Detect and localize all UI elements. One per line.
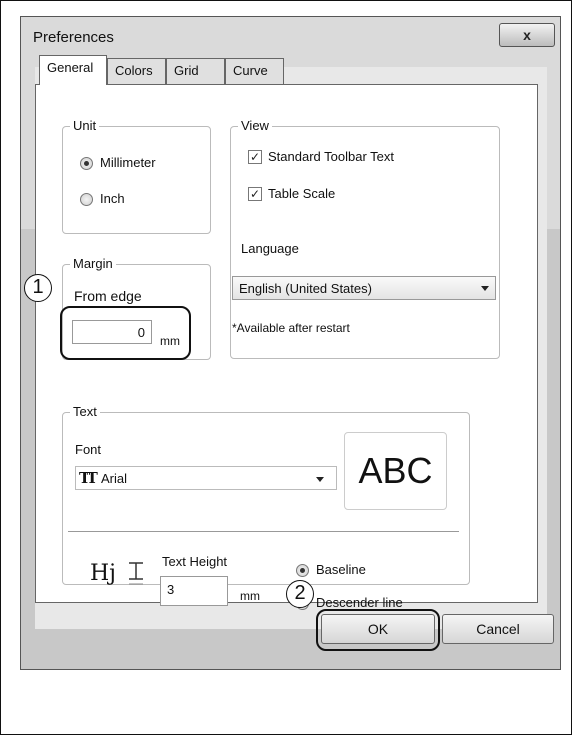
callout-1-highlight (60, 306, 191, 360)
cancel-button[interactable]: Cancel (442, 614, 554, 644)
descender-line-label: Descender line (316, 595, 403, 610)
tab-curve-label: Curve (233, 63, 268, 78)
millimeter-label: Millimeter (100, 155, 156, 170)
close-button[interactable]: x (499, 23, 555, 47)
cancel-button-label: Cancel (476, 621, 520, 637)
font-preview-text: ABC (358, 450, 433, 491)
from-edge-label: From edge (74, 288, 142, 304)
language-label: Language (241, 241, 299, 256)
table-scale-checkbox[interactable]: ✓ (248, 187, 262, 201)
baseline-label: Baseline (316, 562, 366, 577)
tab-colors-label: Colors (115, 63, 153, 78)
tab-curve[interactable]: Curve (225, 58, 284, 84)
font-label: Font (75, 442, 102, 457)
margin-group-label: Margin (70, 256, 116, 271)
standard-toolbar-text-checkbox[interactable]: ✓ (248, 150, 262, 164)
tab-grid-label: Grid (174, 63, 199, 78)
inch-radio[interactable] (80, 193, 93, 206)
tab-general-label: General (47, 60, 94, 75)
chevron-down-icon (316, 477, 324, 482)
chevron-down-icon (481, 286, 489, 291)
font-preview-box: ABC (344, 432, 447, 510)
text-height-icon: Hj (90, 558, 148, 592)
tab-colors[interactable]: Colors (107, 58, 166, 84)
text-group-label: Text (70, 404, 100, 419)
table-scale-label: Table Scale (268, 186, 336, 201)
truetype-font-icon: TT (79, 469, 98, 487)
millimeter-radio[interactable] (80, 157, 93, 170)
tab-general[interactable]: General (39, 55, 107, 85)
font-select-value: Arial (101, 471, 128, 486)
text-height-value: 3 (167, 582, 175, 597)
text-height-label: Text Height (162, 554, 228, 569)
text-height-input[interactable]: 3 (160, 576, 228, 606)
font-select[interactable]: TT Arial (75, 466, 337, 490)
callout-2: 2 (286, 580, 314, 608)
window-title: Preferences (33, 29, 114, 46)
tab-grid[interactable]: Grid (166, 58, 225, 84)
language-select-value: English (United States) (239, 281, 372, 296)
unit-group (62, 126, 211, 234)
height-marker-icon (129, 562, 143, 585)
view-group-label: View (238, 118, 272, 133)
unit-group-label: Unit (70, 118, 100, 133)
callout-1: 1 (24, 274, 52, 302)
standard-toolbar-text-label: Standard Toolbar Text (268, 149, 394, 164)
callout-2-highlight (316, 609, 440, 651)
text-group-divider (68, 531, 459, 532)
language-restart-note: *Available after restart (232, 321, 350, 335)
inch-label: Inch (100, 191, 125, 206)
baseline-radio[interactable] (296, 564, 309, 577)
text-height-unit-label: mm (240, 589, 260, 603)
language-select[interactable]: English (United States) (232, 276, 496, 300)
close-icon: x (523, 27, 531, 43)
